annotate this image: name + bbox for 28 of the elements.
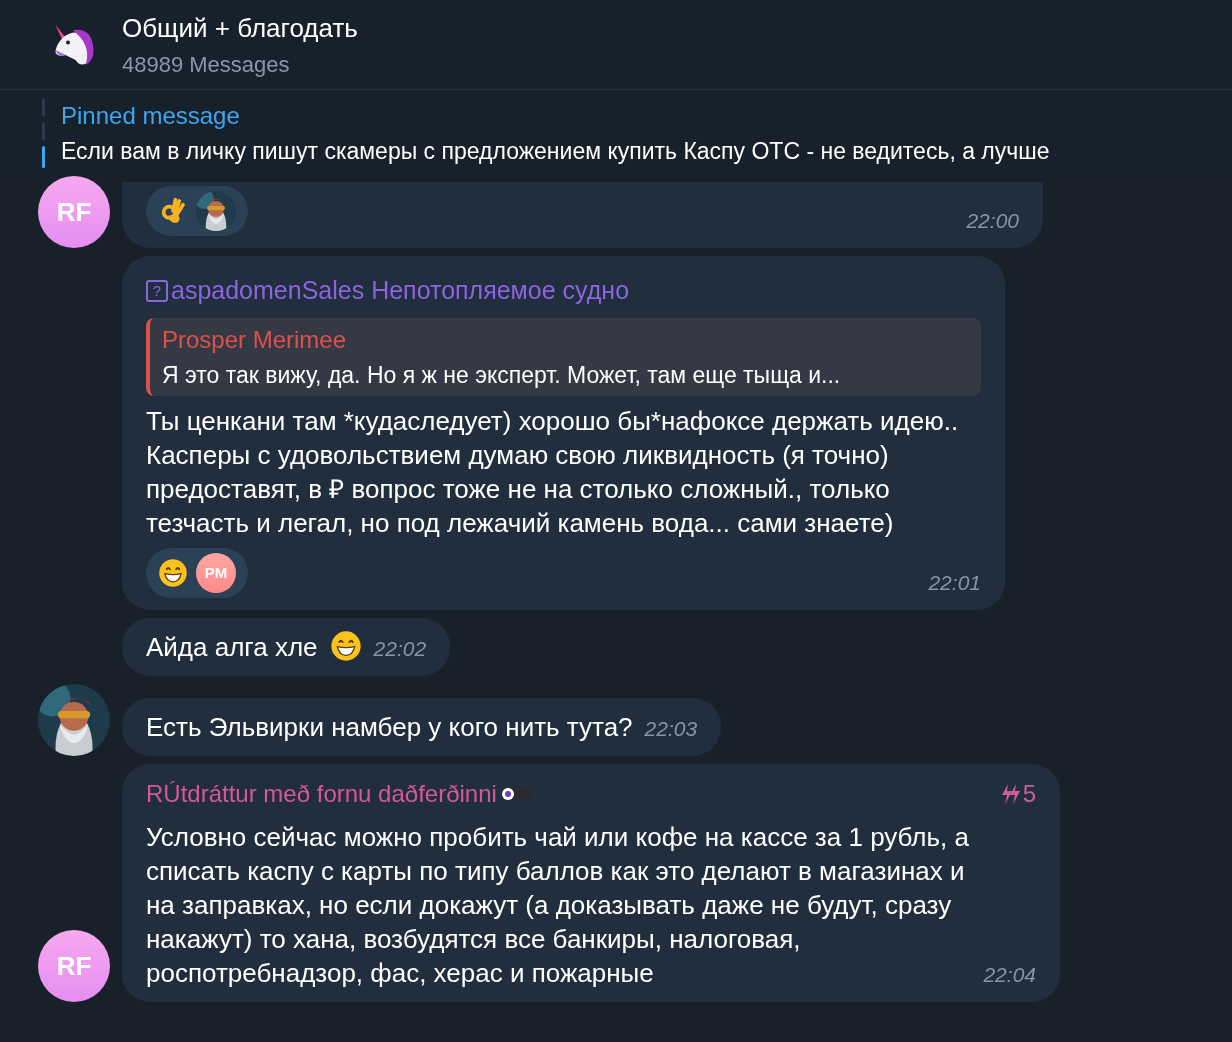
boost-count: 5 [1022, 779, 1036, 809]
message-time: 22:03 [644, 715, 698, 742]
avatar[interactable]: RF [38, 176, 110, 248]
pinned-label: Pinned message [61, 100, 241, 131]
message-text: Условно сейчас можно пробить чай или кофе на кассе за 1 рубль, а списать каспу с карты по типу баллов как это делают в магазинах и на заправках, но если докажут (а доказывать даже не будут, сразу накажут) то хана, возбудятся все банкиры, налоговая, роспотребнадзор, фас, херас и пожарные [146, 821, 970, 990]
message-time: 22:00 [966, 207, 1019, 234]
reply-author: Prosper Merimee [162, 324, 348, 355]
message-text: Есть Эльвирки намбер у кого нить тута? [146, 711, 633, 744]
reply-quote[interactable]: Prosper Merimee Я это так вижу, да. Но я ж не эксперт. Может, там еще тыща и... [146, 317, 981, 396]
forward-sender[interactable]: aspadomenSales Непотопляемое судно [171, 272, 630, 310]
message-count: 48989 Messages [122, 50, 291, 79]
grinning-face-icon [158, 558, 188, 588]
avatar[interactable]: PM [196, 553, 236, 593]
grinning-face-icon [329, 630, 362, 662]
toggle-icon [500, 787, 533, 801]
sender-name[interactable]: RÚtdráttur með fornu daðferðinni [146, 776, 497, 812]
message-text: Айда алга хле [146, 631, 318, 664]
message-time: 22:01 [928, 569, 981, 596]
pinned-text: Если вам в личку пишут скамеры с предложением купить Каспу OTC - не ведитесь, а лучше [61, 136, 1050, 166]
reply-text: Я это так вижу, да. Но я ж не эксперт. Может, там еще тыща и... [162, 360, 842, 390]
avatar[interactable]: RF [38, 930, 110, 1002]
message-time: 22:02 [373, 635, 427, 662]
missing-glyph: ? [146, 279, 168, 302]
message-time: 22:04 [983, 961, 1036, 988]
chat-title: Общий + благодать [122, 11, 358, 45]
reaction-chip[interactable]: PM [146, 548, 248, 598]
message-text: Ты ценкани там *кудаследует) хорошо бы*нафоксе держать идею.. Касперы с удовольствием думаю свою ликвидность (я точно) предоставят, в ₽ вопрос тоже не на столько сложный., только тезчасть и легал, но под лежачий камень вода... сами знаете) [146, 405, 960, 540]
reaction-chip[interactable] [146, 186, 248, 236]
